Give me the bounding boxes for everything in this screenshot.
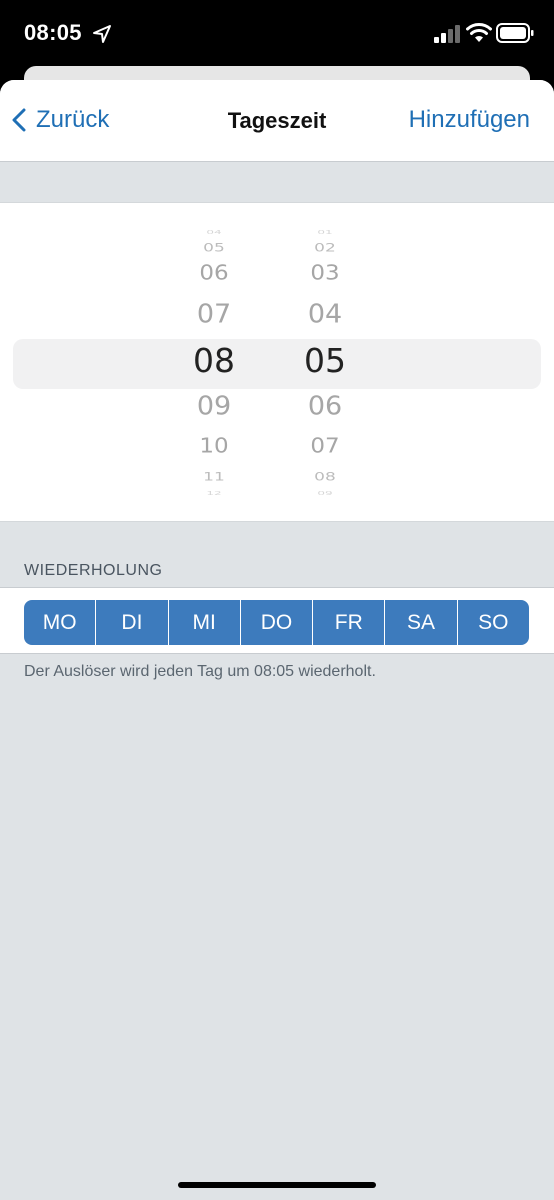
minute-option[interactable]: 08 (285, 470, 365, 484)
home-indicator (178, 1182, 376, 1188)
weekday-row: MO DI MI DO FR SA SO (0, 587, 554, 654)
hour-option[interactable]: 05 (174, 241, 254, 255)
navigation-bar: Zurück Tageszeit Hinzufügen (0, 80, 554, 162)
weekday-button-so[interactable]: SO (457, 600, 529, 645)
battery-icon (496, 23, 534, 43)
status-time: 08:05 (24, 20, 82, 45)
minute-selected[interactable]: 05 (285, 341, 365, 380)
status-bar: 08:05 (0, 0, 554, 66)
repetition-info: Der Auslöser wird jeden Tag um 08:05 wie… (24, 663, 376, 680)
wifi-icon (466, 23, 492, 42)
hour-option[interactable]: 12 (174, 490, 254, 496)
weekday-button-do[interactable]: DO (240, 600, 314, 645)
minute-option[interactable]: 04 (285, 299, 365, 329)
minute-option[interactable]: 06 (285, 391, 365, 421)
minute-option[interactable]: 09 (285, 490, 365, 496)
hour-option[interactable]: 06 (174, 261, 254, 284)
hour-option[interactable]: 07 (174, 299, 254, 329)
minute-option[interactable]: 01 (285, 229, 365, 235)
minute-option[interactable]: 02 (285, 241, 365, 255)
hour-option[interactable]: 10 (174, 434, 254, 457)
hour-wheel[interactable]: 04 05 06 07 08 09 10 11 12 (174, 203, 254, 523)
time-picker[interactable]: 04 05 06 07 08 09 10 11 12 01 02 03 04 05 06 07 08 09 (0, 202, 554, 522)
picker-selection-highlight (13, 339, 541, 389)
minute-option[interactable]: 03 (285, 261, 365, 284)
modal-sheet: Zurück Tageszeit Hinzufügen 04 05 06 07 08 09… (0, 80, 554, 1200)
weekday-button-sa[interactable]: SA (385, 600, 458, 645)
weekday-button-mo[interactable]: MO (24, 600, 97, 645)
repetition-label: WIEDERHOLUNG (24, 562, 163, 579)
location-arrow-icon (93, 25, 111, 43)
add-button[interactable]: Hinzufügen (409, 106, 530, 134)
hour-selected[interactable]: 08 (174, 341, 254, 380)
weekday-button-mi[interactable]: MI (168, 600, 241, 645)
weekday-button-fr[interactable]: FR (313, 600, 386, 645)
minute-wheel[interactable]: 01 02 03 04 05 06 07 08 09 (285, 203, 365, 523)
minute-option[interactable]: 07 (285, 434, 365, 457)
cellular-signal-icon (434, 25, 460, 43)
hour-option[interactable]: 04 (174, 229, 254, 235)
hour-option[interactable]: 11 (174, 470, 254, 484)
weekday-segmented-control: MO DI MI DO FR SA SO (24, 600, 529, 645)
hour-option[interactable]: 09 (174, 391, 254, 421)
weekday-button-di[interactable]: DI (96, 600, 169, 645)
